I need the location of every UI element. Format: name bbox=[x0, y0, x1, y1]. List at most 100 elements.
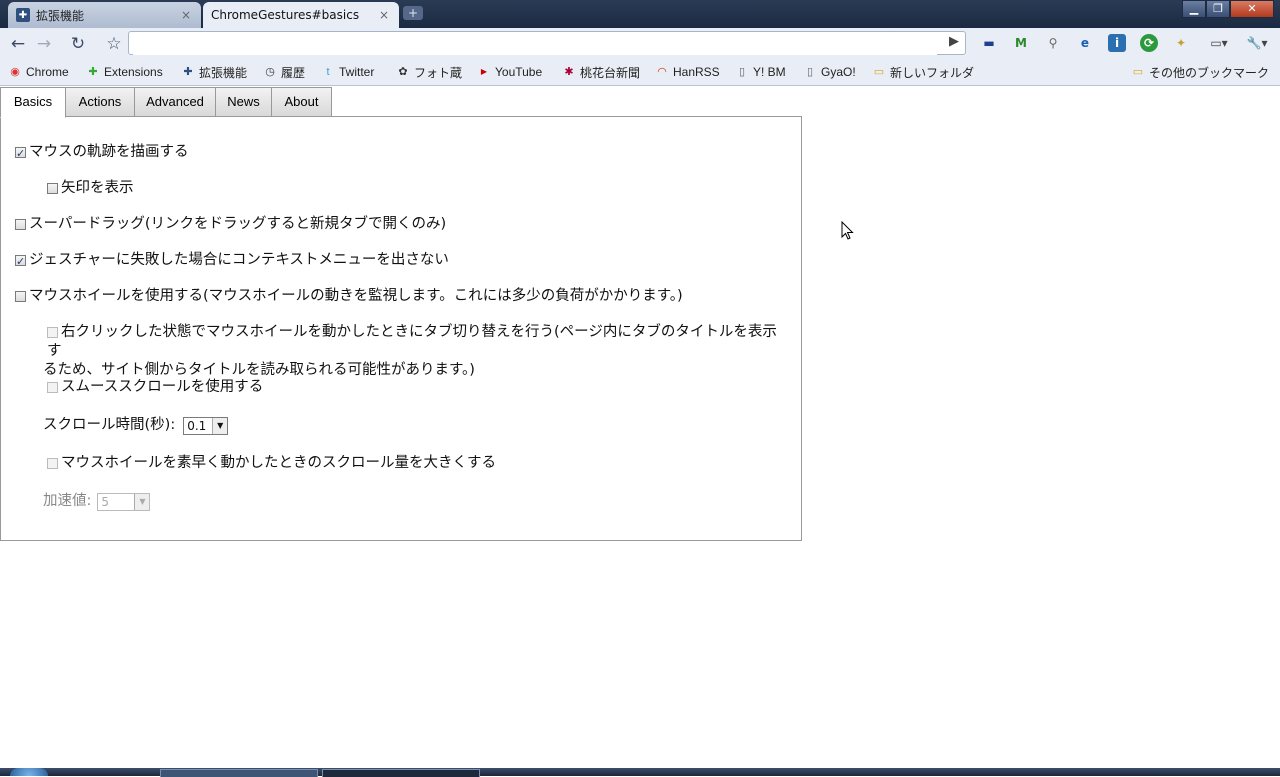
no-context-menu-checkbox[interactable] bbox=[15, 252, 26, 271]
tab-strip: ✚ 拡張機能 × ChromeGestures#basics × + ▁ ❐ ✕ bbox=[0, 0, 1280, 28]
other-bookmarks-label: その他のブックマーク bbox=[1149, 65, 1270, 80]
super-drag-checkbox[interactable] bbox=[15, 219, 26, 230]
option-draw-trail[interactable]: マウスの軌跡を描画する bbox=[15, 143, 189, 163]
option-show-arrow[interactable]: 矢印を表示 bbox=[47, 179, 134, 198]
tab-basics[interactable]: Basics bbox=[0, 87, 66, 118]
close-icon[interactable]: × bbox=[179, 8, 193, 22]
ie-tab-icon[interactable]: e bbox=[1076, 34, 1094, 52]
minimize-button[interactable]: ▁ bbox=[1182, 0, 1206, 18]
tab-chromegestures[interactable]: ChromeGestures#basics × bbox=[203, 2, 399, 28]
option-label: マウスホイールを素早く動かしたときのスクロール量を大きくする bbox=[61, 455, 496, 471]
wrench-menu-icon[interactable]: 🔧▾ bbox=[1242, 34, 1272, 52]
option-super-drag[interactable]: スーパードラッグ(リンクをドラッグすると新規タブで開くのみ) bbox=[15, 215, 446, 234]
option-label: 矢印を表示 bbox=[61, 180, 134, 196]
twitter-icon: t bbox=[326, 66, 330, 78]
accel-select[interactable]: 5 ▼ bbox=[97, 492, 151, 511]
info-icon[interactable]: i bbox=[1108, 34, 1126, 52]
use-wheel-checkbox[interactable] bbox=[15, 291, 26, 302]
other-bookmarks[interactable]: ▭ その他のブックマーク bbox=[1131, 63, 1269, 81]
maximize-button[interactable]: ❐ bbox=[1206, 0, 1230, 18]
puzzle-icon: ✚ bbox=[16, 8, 30, 22]
option-accel-value: 加速値: 5 ▼ bbox=[43, 492, 151, 511]
option-label: スムーススクロールを使用する bbox=[61, 379, 264, 395]
clock-icon: ◷ bbox=[265, 66, 275, 78]
bookmark-label: Extensions bbox=[104, 65, 163, 79]
bookmark-extensions[interactable]: ✚ Extensions bbox=[86, 63, 163, 81]
draw-trail-checkbox[interactable] bbox=[15, 144, 26, 163]
option-accel-scroll[interactable]: マウスホイールを素早く動かしたときのスクロール量を大きくする bbox=[47, 454, 496, 473]
bookmark-hanrss[interactable]: ◠ HanRSS bbox=[655, 63, 720, 81]
window-close-button[interactable]: ✕ bbox=[1230, 0, 1274, 18]
go-icon[interactable]: ▶ bbox=[949, 34, 959, 49]
start-button[interactable] bbox=[10, 768, 48, 776]
bookmark-chrome[interactable]: ◉ Chrome bbox=[8, 63, 69, 81]
bookmarks-bar: ◉ Chrome ✚ Extensions ✚ 拡張機能 ◷ 履歴 t Twit… bbox=[0, 59, 1280, 86]
puzzle-icon: ✚ bbox=[183, 66, 193, 78]
bookmark-twitter[interactable]: t Twitter bbox=[321, 63, 374, 81]
page-icon: ▯ bbox=[806, 66, 814, 78]
magnifier-icon[interactable]: ⚲ bbox=[1044, 34, 1062, 52]
chevron-down-icon: ▼ bbox=[134, 493, 150, 510]
toolbar: ← → ↻ ☆ ▶ ▬ M ⚲ e i ⟳ ✦ ▭▾ 🔧▾ bbox=[0, 28, 1280, 59]
bookmark-ybm[interactable]: ▯ Y! BM bbox=[735, 63, 786, 81]
page-action-icon[interactable]: ▬ bbox=[980, 34, 998, 52]
option-no-context-menu[interactable]: ジェスチャーに失敗した場合にコンテキストメニューを出さない bbox=[15, 251, 449, 271]
smooth-scroll-checkbox[interactable] bbox=[47, 382, 58, 393]
mouse-cursor-icon bbox=[841, 221, 854, 240]
bookmark-label: 新しいフォルダ bbox=[890, 65, 975, 80]
bookmark-toukadai[interactable]: ✱ 桃花台新聞 bbox=[562, 63, 640, 81]
camera-icon: ✿ bbox=[398, 66, 408, 78]
show-arrow-checkbox[interactable] bbox=[47, 183, 58, 194]
option-label: マウスホイールを使用する(マウスホイールの動きを監視します。これには多少の負荷が… bbox=[29, 288, 683, 304]
folder-icon: ▭ bbox=[1132, 66, 1144, 78]
tab-news[interactable]: News bbox=[215, 87, 272, 117]
option-smooth-scroll[interactable]: スムーススクロールを使用する bbox=[47, 378, 263, 397]
bookmark-label: フォト蔵 bbox=[414, 65, 463, 80]
bookmark-label: 履歴 bbox=[281, 65, 306, 80]
tab-title: 拡張機能 bbox=[36, 8, 85, 23]
option-use-wheel[interactable]: マウスホイールを使用する(マウスホイールの動きを監視します。これには多少の負荷が… bbox=[15, 287, 683, 306]
window-controls: ▁ ❐ ✕ bbox=[1182, 0, 1274, 18]
bookmark-history[interactable]: ◷ 履歴 bbox=[263, 63, 305, 81]
scroll-time-select[interactable]: 0.1 ▼ bbox=[183, 416, 229, 435]
chrome-icon: ◉ bbox=[10, 66, 20, 78]
tab-advanced[interactable]: Advanced bbox=[134, 87, 216, 117]
back-arrow-icon[interactable]: ← bbox=[8, 34, 28, 54]
tab-actions[interactable]: Actions bbox=[65, 87, 135, 117]
tab-title: ChromeGestures#basics bbox=[211, 8, 360, 22]
page-icon: ▯ bbox=[738, 66, 746, 78]
address-bar[interactable]: ▶ bbox=[128, 31, 966, 55]
reload-icon[interactable]: ↻ bbox=[68, 34, 88, 54]
forward-arrow-icon[interactable]: → bbox=[34, 34, 54, 54]
flower-icon: ✱ bbox=[564, 66, 574, 78]
wheel-tab-switch-checkbox[interactable] bbox=[47, 327, 58, 338]
accel-label: 加速値: bbox=[43, 493, 92, 509]
extension-icon[interactable]: ✦ bbox=[1172, 34, 1190, 52]
new-tab-button[interactable]: + bbox=[403, 6, 423, 20]
bookmark-label: 桃花台新聞 bbox=[580, 65, 641, 80]
sync-icon[interactable]: ⟳ bbox=[1140, 34, 1158, 52]
option-label: 右クリックした状態でマウスホイールを動かしたときにタブ切り替えを行う(ページ内に… bbox=[47, 324, 777, 359]
accel-scroll-checkbox[interactable] bbox=[47, 458, 58, 469]
option-wheel-tab-switch[interactable]: 右クリックした状態でマウスホイールを動かしたときにタブ切り替えを行う(ページ内に… bbox=[43, 323, 787, 380]
gmail-icon[interactable]: M bbox=[1012, 34, 1030, 52]
close-icon[interactable]: × bbox=[377, 8, 391, 22]
bookmark-youtube[interactable]: ▶ YouTube bbox=[477, 63, 542, 81]
bookmark-gyao[interactable]: ▯ GyaO! bbox=[803, 63, 856, 81]
tab-about[interactable]: About bbox=[271, 87, 332, 117]
bookmark-kakuchou[interactable]: ✚ 拡張機能 bbox=[181, 63, 247, 81]
bookmark-new-folder[interactable]: ▭ 新しいフォルダ bbox=[872, 63, 974, 81]
bookmark-label: Y! BM bbox=[753, 65, 786, 79]
bookmark-label: HanRSS bbox=[673, 65, 720, 79]
option-label: ジェスチャーに失敗した場合にコンテキストメニューを出さない bbox=[29, 252, 449, 268]
page-menu-icon[interactable]: ▭▾ bbox=[1206, 34, 1232, 52]
star-icon[interactable]: ☆ bbox=[104, 34, 124, 54]
option-scroll-time: スクロール時間(秒): 0.1 ▼ bbox=[43, 416, 229, 435]
basics-panel: マウスの軌跡を描画する 矢印を表示 スーパードラッグ(リンクをドラッグすると新規… bbox=[0, 116, 802, 541]
omnibox-input[interactable] bbox=[133, 33, 937, 55]
scroll-time-label: スクロール時間(秒): bbox=[43, 417, 176, 433]
bookmark-fotozou[interactable]: ✿ フォト蔵 bbox=[396, 63, 462, 81]
tab-extensions[interactable]: ✚ 拡張機能 × bbox=[8, 2, 201, 28]
rss-icon: ◠ bbox=[657, 66, 667, 78]
taskbar bbox=[0, 768, 1280, 777]
